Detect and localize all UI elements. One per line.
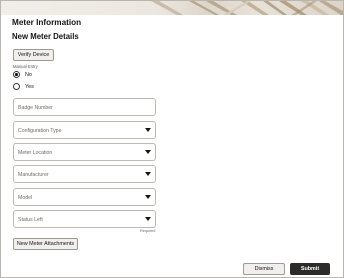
required-hint: Required [140,229,156,233]
decorative-banner [1,1,343,15]
new-meter-attachments-button[interactable]: New Meter Attachments [13,238,78,250]
field-placeholder: Meter Location [18,149,53,156]
field-placeholder: Badge Number [18,104,53,111]
radio-label: No [25,71,32,78]
dismiss-button[interactable]: Dismiss [243,263,285,275]
configuration-type-select[interactable]: Configuration Type [13,121,156,139]
chevron-down-icon [145,149,151,154]
badge-number-input[interactable]: Badge Number [13,98,156,116]
manual-entry-label: Manual Entry [13,64,38,69]
manufacturer-select[interactable]: Manufacturer [13,165,156,183]
chevron-down-icon [145,127,151,132]
status-left-select[interactable]: Status Left [13,210,156,228]
chevron-down-icon [145,171,151,176]
radio-label: Yes [25,83,34,90]
field-placeholder: Configuration Type [18,127,62,134]
verify-device-button[interactable]: Verify Device [13,49,54,61]
meter-location-select[interactable]: Meter Location [13,143,156,161]
section-title: New Meter Details [12,32,79,41]
chevron-down-icon [145,216,151,221]
banner-pattern-icon [151,1,343,15]
submit-button[interactable]: Submit [290,263,330,275]
radio-unselected-icon[interactable] [13,83,20,90]
manual-entry-option-yes[interactable]: Yes [13,83,34,90]
manual-entry-option-no[interactable]: No [13,71,32,78]
field-placeholder: Model [18,194,33,201]
chevron-down-icon [145,194,151,199]
page-title: Meter Information [12,18,82,27]
model-select[interactable]: Model [13,188,156,206]
field-placeholder: Manufacturer [18,171,49,178]
radio-selected-icon[interactable] [13,71,20,78]
field-placeholder: Status Left [18,216,43,223]
dialog: Meter Information New Meter Details Veri… [0,0,344,278]
